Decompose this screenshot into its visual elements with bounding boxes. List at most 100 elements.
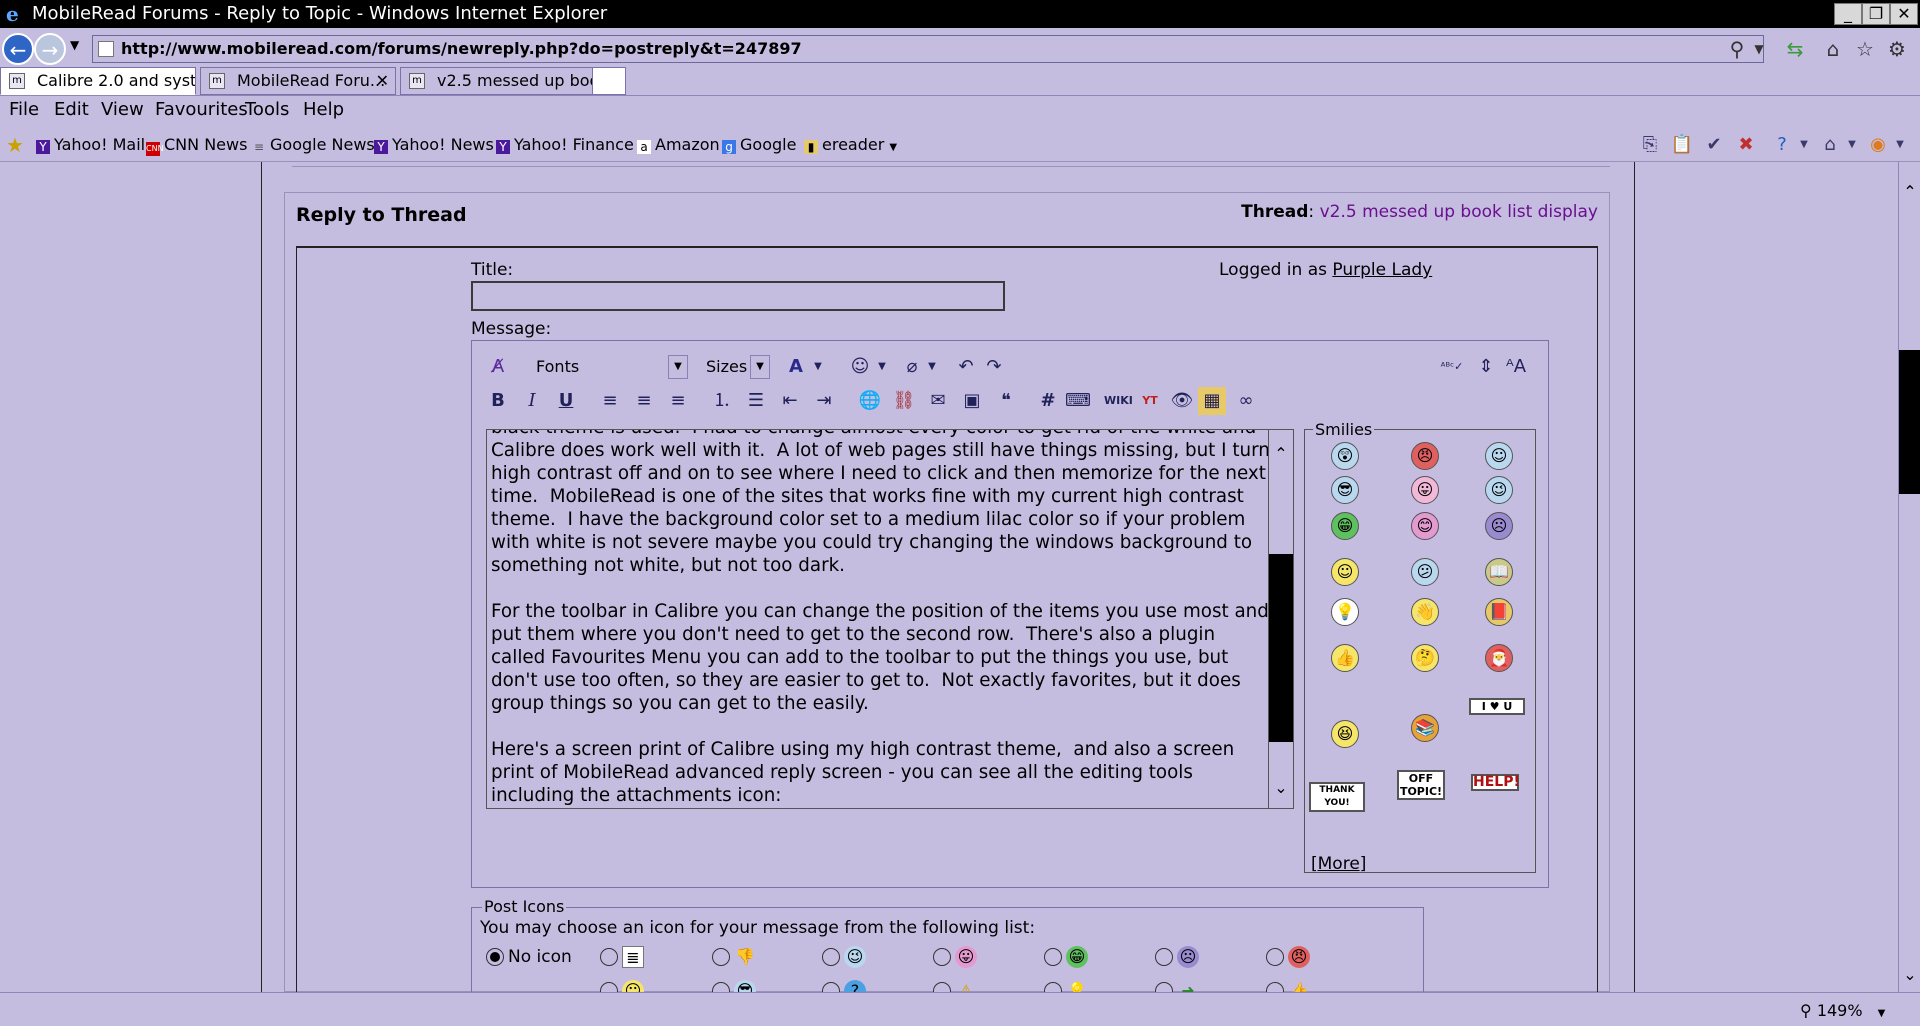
new-tab-button[interactable] (592, 67, 626, 95)
favorites-star-icon[interactable]: ★ (6, 128, 24, 162)
bookworm-smiley-icon[interactable]: 📚 (1411, 714, 1439, 742)
html-code-icon[interactable]: ⌨ (1064, 387, 1092, 415)
santa-smiley-icon[interactable]: 🎅 (1485, 644, 1513, 672)
close-tab-icon[interactable]: ✕ (376, 68, 389, 94)
menu-help[interactable]: Help (303, 96, 344, 124)
tongue-smiley-icon[interactable]: 😛 (1411, 476, 1439, 504)
address-dropdown-icon[interactable]: ▼ (1746, 36, 1772, 62)
unordered-list-icon[interactable]: ☰ (742, 387, 770, 415)
post-icon-radio[interactable] (1044, 948, 1062, 966)
remove-link-icon[interactable]: ⛓ (890, 387, 918, 415)
scroll-down-icon[interactable]: ⌄ (1269, 774, 1293, 802)
fav-yahoo-news[interactable]: Y Yahoo! News (374, 128, 494, 162)
post-icon-radio[interactable] (1044, 982, 1062, 992)
no-icon-radio[interactable] (486, 948, 504, 966)
help-icon[interactable]: ? (1770, 134, 1794, 156)
happy-smiley-icon[interactable]: ☺ (1331, 558, 1359, 586)
favorites-star-icon[interactable]: ☆ (1852, 36, 1878, 62)
home-icon[interactable]: ⌂ (1820, 36, 1846, 62)
code-hash-icon[interactable]: # (1034, 387, 1062, 415)
home-dropdown-icon[interactable]: ▼ (1840, 134, 1864, 156)
tab-calibre[interactable]: m Calibre 2.0 and syst... (0, 67, 196, 95)
fav-google-news[interactable]: ≡ Google News (252, 128, 375, 162)
reading-smiley-icon[interactable]: 📖 (1485, 558, 1513, 586)
settings-gear-icon[interactable]: ⚙ (1884, 36, 1910, 62)
fav-cnn-news[interactable]: CNNCNN News (146, 128, 247, 162)
offtopic-sign-smiley-icon[interactable]: OFF TOPIC! (1397, 770, 1445, 800)
scroll-up-icon[interactable]: ⌃ (1269, 440, 1293, 468)
lightbulb-smiley-icon[interactable]: 💡 (1331, 598, 1359, 626)
post-icon-radio[interactable] (933, 982, 951, 992)
wave-smiley-icon[interactable]: 👋 (1411, 598, 1439, 626)
menu-tools[interactable]: Tools (245, 96, 289, 124)
menu-view[interactable]: View (101, 96, 144, 124)
confused-smiley-icon[interactable]: 😕 (1411, 558, 1439, 586)
post-icon-radio[interactable] (712, 948, 730, 966)
feeds-check-icon[interactable]: ✔ (1702, 134, 1726, 156)
fav-google[interactable]: g Google (722, 128, 796, 162)
post-icon-radio[interactable] (822, 982, 840, 992)
page-scrollbar[interactable]: ⌃ ⌄ (1898, 162, 1920, 992)
username-link[interactable]: Purple Lady (1332, 260, 1432, 280)
youtube-icon[interactable]: YT (1136, 387, 1164, 415)
bold-icon[interactable]: B (484, 387, 512, 415)
scroll-up-icon[interactable]: ⌃ (1899, 182, 1920, 201)
scrollbar-thumb[interactable] (1899, 350, 1920, 494)
rofl-smiley-icon[interactable]: 😆 (1331, 720, 1359, 748)
insert-link-icon[interactable]: 🌐 (856, 387, 884, 415)
remove-format-icon[interactable]: A̸ (484, 353, 512, 381)
eek-smiley-icon[interactable]: 😲 (1331, 442, 1359, 470)
frown-smiley-icon[interactable]: ☹ (1485, 512, 1513, 540)
message-textarea[interactable]: black theme is used. I had to change alm… (486, 429, 1280, 809)
address-input[interactable]: http://www.mobileread.com/forums/newrepl… (92, 35, 1764, 63)
read-book-smiley-icon[interactable]: 📕 (1485, 598, 1513, 626)
forward-button[interactable]: → (34, 33, 66, 65)
spellcheck-icon[interactable]: ᴬᴮᶜ✓ (1438, 353, 1466, 381)
italic-icon[interactable]: I (518, 387, 546, 415)
home-icon[interactable]: ⌂ (1818, 134, 1842, 156)
close-window-button[interactable]: ✕ (1890, 3, 1918, 25)
switch-editor-mode-icon[interactable]: ᴬA (1502, 353, 1530, 381)
post-icon-radio[interactable] (1155, 948, 1173, 966)
menu-favourites[interactable]: Favourites (155, 96, 248, 124)
underline-icon[interactable]: U (552, 387, 580, 415)
table-icon[interactable]: ▦ (1198, 387, 1226, 415)
menu-edit[interactable]: Edit (54, 96, 89, 124)
find-binoculars-icon[interactable]: ∞ (1232, 387, 1260, 415)
align-left-icon[interactable]: ≡ (596, 387, 624, 415)
align-right-icon[interactable]: ≡ (664, 387, 692, 415)
blush-smiley-icon[interactable]: 😊 (1411, 512, 1439, 540)
chevron-down-icon[interactable]: ▼ (804, 353, 832, 381)
message-scrollbar[interactable]: ⌃ ⌄ (1268, 429, 1294, 809)
font-select[interactable]: Fonts ▼ (528, 353, 688, 381)
more-smilies-link[interactable]: [More] (1311, 854, 1366, 874)
wiki-icon[interactable]: WIKI (1104, 387, 1133, 415)
zoom-control[interactable]: ⚲ 149% ▼ (1796, 999, 1906, 1023)
thread-link[interactable]: v2.5 messed up book list display (1320, 202, 1598, 222)
feed-dropdown-icon[interactable]: ▼ (1888, 134, 1912, 156)
smile-smiley-icon[interactable]: ☺ (1485, 442, 1513, 470)
ordered-list-icon[interactable]: ⒈ (708, 387, 736, 415)
fav-yahoo-mail[interactable]: Y Yahoo! Mail (36, 128, 145, 162)
fav-amazon[interactable]: a Amazon (637, 128, 720, 162)
quote-icon[interactable]: ❝ (992, 387, 1020, 415)
back-button[interactable]: ← (2, 33, 34, 65)
thumbsup-smiley-icon[interactable]: 👍 (1331, 644, 1359, 672)
redo-icon[interactable]: ↷ (980, 353, 1008, 381)
outdent-icon[interactable]: ⇤ (776, 387, 804, 415)
mad-smiley-icon[interactable]: 😠 (1411, 442, 1439, 470)
undo-icon[interactable]: ↶ (952, 353, 980, 381)
tab-v25[interactable]: m v2.5 messed up boo... (400, 67, 596, 95)
scroll-down-icon[interactable]: ⌄ (1899, 965, 1920, 984)
help-sign-smiley-icon[interactable]: HELP! (1471, 774, 1520, 791)
history-dropdown-icon[interactable]: ▼ (70, 38, 79, 52)
think-smiley-icon[interactable]: 🤔 (1411, 644, 1439, 672)
post-icon-radio[interactable] (1155, 982, 1173, 992)
help-dropdown-icon[interactable]: ▼ (1792, 134, 1816, 156)
cool-smiley-icon[interactable]: 😎 (1331, 476, 1359, 504)
block-icon[interactable]: ✖ (1734, 134, 1758, 156)
title-input[interactable] (471, 281, 1005, 311)
menu-file[interactable]: File (9, 96, 39, 124)
post-icon-radio[interactable] (933, 948, 951, 966)
tab-mobileread[interactable]: m MobileRead Foru... ✕ (200, 67, 396, 95)
